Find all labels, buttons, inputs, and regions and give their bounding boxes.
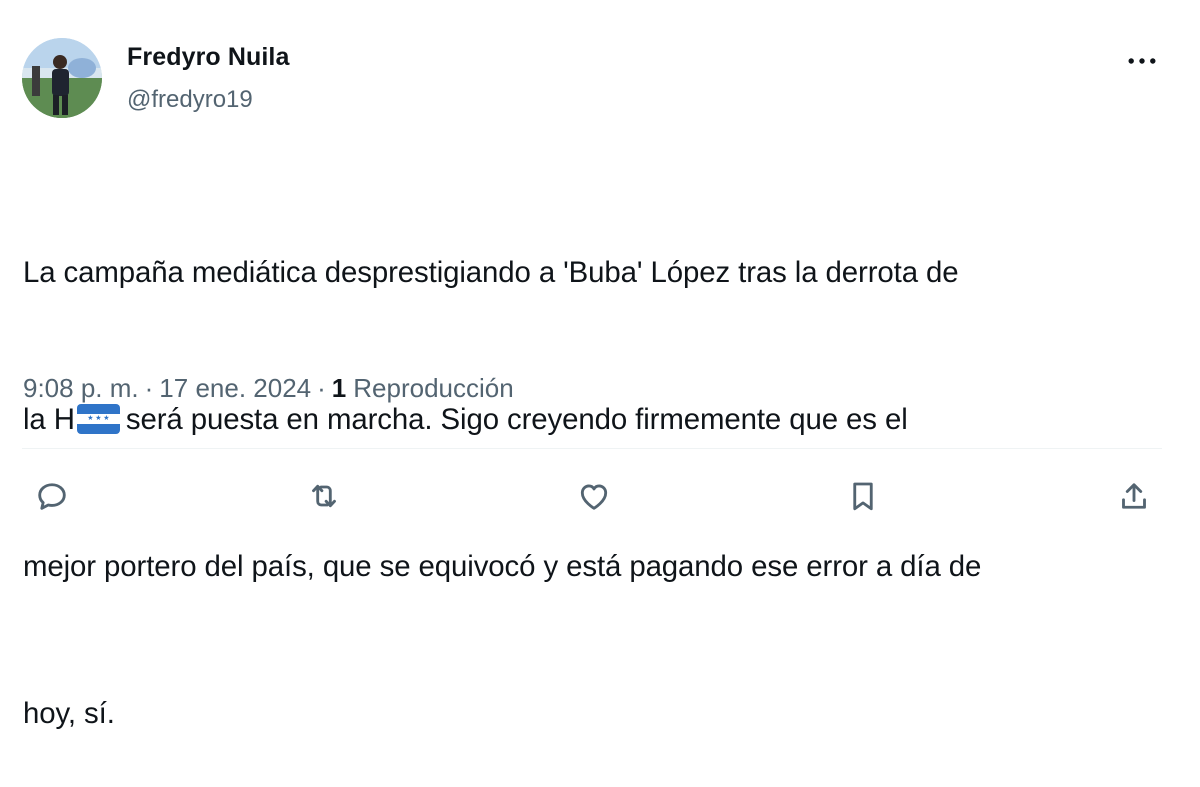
- tweet-text-line-1: La campaña mediática desprestigiando a '…: [23, 256, 959, 289]
- bookmark-icon: [853, 482, 873, 511]
- more-horizontal-icon: [1128, 58, 1156, 64]
- avatar-image: [22, 38, 102, 118]
- share-button[interactable]: [1104, 466, 1164, 526]
- reply-icon: [38, 483, 66, 510]
- tweet-text-line-3: mejor portero del país, que se equivocó …: [23, 550, 982, 583]
- divider: [22, 448, 1162, 449]
- tweet-date[interactable]: 17 ene. 2024: [159, 373, 311, 404]
- tweet-text-line-2-rest: será puesta en marcha. Sigo creyendo fir…: [125, 403, 908, 436]
- views-label: Reproducción: [353, 373, 514, 403]
- views-count: 1: [331, 373, 347, 403]
- retweet-icon: [312, 484, 336, 508]
- tweet-text-line-4: hoy, sí.: [23, 697, 115, 730]
- avatar[interactable]: [22, 38, 102, 118]
- author-handle[interactable]: @fredyro19: [127, 86, 253, 114]
- meta-separator: ·: [317, 373, 326, 403]
- meta-separator: ·: [144, 373, 154, 403]
- like-icon: [580, 484, 608, 510]
- bookmark-button[interactable]: [833, 466, 893, 526]
- tweet-meta: 9:08 p. m. · 17 ene. 2024 · 1 Reproducci…: [23, 373, 514, 404]
- honduras-flag-icon: ★ ★ ★: [76, 404, 120, 435]
- action-bar: [0, 466, 1200, 526]
- reply-button[interactable]: [22, 466, 82, 526]
- tweet-text-line-2-prefix: la H: [23, 403, 75, 436]
- more-options-button[interactable]: [1122, 46, 1162, 76]
- tweet-time[interactable]: 9:08 p. m.: [23, 373, 139, 404]
- retweet-button[interactable]: [294, 466, 354, 526]
- author-name[interactable]: Fredyro Nuila: [127, 43, 289, 72]
- share-icon: [1122, 483, 1146, 509]
- like-button[interactable]: [564, 466, 624, 526]
